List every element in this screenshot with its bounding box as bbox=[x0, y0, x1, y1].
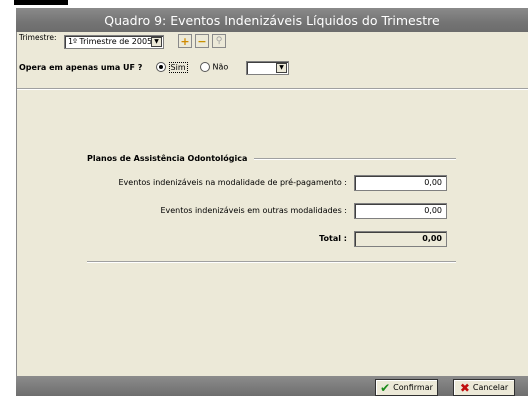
chevron-down-icon[interactable]: ▼ bbox=[276, 63, 287, 73]
close-icon: ✖ bbox=[459, 380, 470, 395]
prepagamento-input[interactable]: 0,00 bbox=[354, 175, 447, 191]
total-label: Total : bbox=[319, 234, 347, 243]
divider bbox=[17, 88, 528, 90]
trimestre-select-value: 1º Trimestre de 2005 bbox=[68, 37, 153, 46]
uf-select[interactable]: ▼ bbox=[246, 61, 289, 75]
checkmark-icon: ✔ bbox=[380, 380, 391, 395]
confirm-button[interactable]: ✔ Confirmar bbox=[375, 379, 438, 396]
chevron-down-icon[interactable]: ▼ bbox=[151, 37, 162, 47]
remove-button[interactable]: − bbox=[195, 34, 209, 48]
magnifier-icon: ⚲ bbox=[215, 36, 223, 46]
row-label-outras: Eventos indenizáveis em outras modalidad… bbox=[160, 206, 347, 215]
group-bottom-line bbox=[87, 261, 456, 263]
radio-sim[interactable]: Sim bbox=[156, 61, 188, 73]
add-button[interactable]: + bbox=[178, 34, 192, 48]
radio-nao-label: Não bbox=[212, 62, 229, 72]
outras-modalidades-input[interactable]: 0,00 bbox=[354, 203, 447, 219]
search-button[interactable]: ⚲ bbox=[212, 34, 226, 48]
dialog-body: Trimestre: 1º Trimestre de 2005 ▼ + − ⚲ … bbox=[16, 32, 528, 396]
trimestre-select[interactable]: 1º Trimestre de 2005 ▼ bbox=[64, 35, 164, 49]
window-title: Quadro 9: Eventos Indenizáveis Líquidos … bbox=[104, 12, 440, 28]
row-label-prepagamento: Eventos indenizáveis na modalidade de pr… bbox=[118, 178, 347, 187]
plus-icon: + bbox=[180, 34, 190, 48]
radio-sim-dot[interactable] bbox=[156, 62, 166, 72]
window-titlebar: Quadro 9: Eventos Indenizáveis Líquidos … bbox=[16, 8, 528, 32]
minus-icon: − bbox=[197, 34, 207, 48]
total-value: 0,00 bbox=[354, 231, 447, 247]
corner-tab bbox=[14, 0, 68, 5]
trimestre-label: Trimestre: bbox=[19, 33, 57, 42]
group-top-line bbox=[254, 158, 456, 160]
radio-sim-label: Sim bbox=[168, 61, 188, 73]
confirm-label: Confirmar bbox=[393, 383, 433, 392]
radio-nao-dot[interactable] bbox=[200, 62, 210, 72]
section-title: Planos de Assistência Odontológica bbox=[87, 154, 248, 163]
cancel-button[interactable]: ✖ Cancelar bbox=[453, 379, 515, 396]
footer-bar: ✔ Confirmar ✖ Cancelar bbox=[16, 376, 528, 396]
uf-question: Opera em apenas uma UF ? bbox=[19, 63, 143, 72]
cancel-label: Cancelar bbox=[472, 383, 509, 392]
radio-nao[interactable]: Não bbox=[200, 62, 228, 72]
